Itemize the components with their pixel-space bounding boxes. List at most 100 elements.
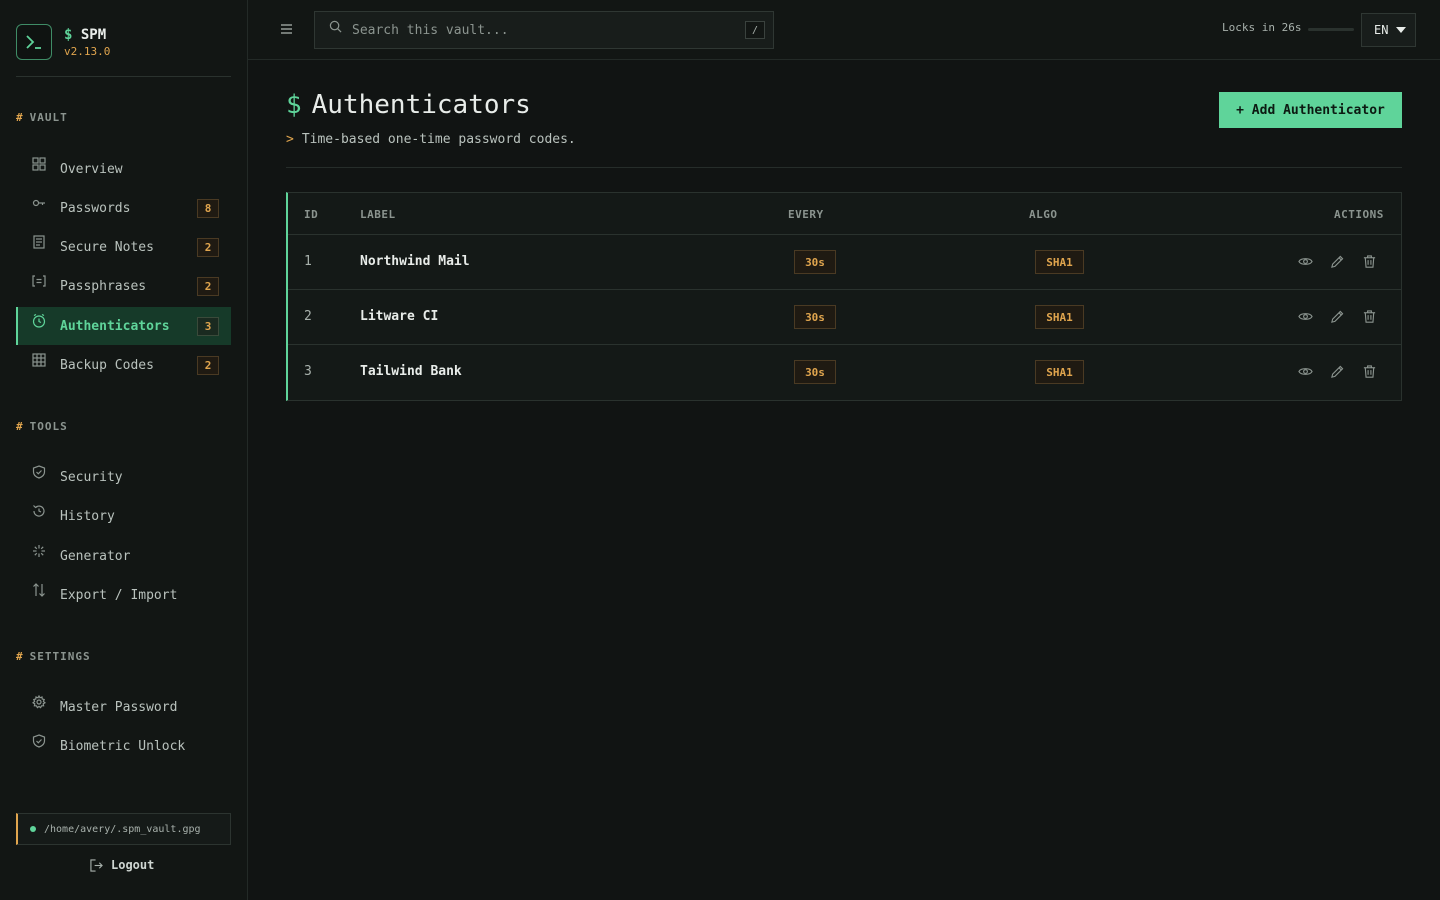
clock-icon [32,314,46,328]
section-title-tools: # TOOLS [16,420,68,433]
sidebar-item-export-import[interactable]: Export / Import [16,576,231,614]
column-header-actions: ACTIONS [1334,208,1384,221]
sidebar-item-label: Secure Notes [60,239,154,255]
sidebar-item-generator[interactable]: Generator [16,537,231,575]
sidebar-item-label: Generator [60,548,131,564]
key-icon [32,196,46,210]
vault-path-text: /home/avery/.spm_vault.gpg [44,823,201,835]
count-badge: 2 [197,277,219,296]
search-box: / [314,11,774,49]
pencil-icon[interactable] [1330,254,1345,269]
period-badge: 30s [794,250,836,274]
table-row: 1 Northwind Mail 30s SHA1 [288,235,1401,290]
eye-icon[interactable] [1298,364,1313,379]
sidebar-item-security[interactable]: Security [16,458,231,496]
eye-icon[interactable] [1298,309,1313,324]
pencil-icon[interactable] [1330,364,1345,379]
search-icon [329,20,342,33]
table-row: 2 Litware CI 30s SHA1 [288,290,1401,345]
language-select[interactable]: EN [1361,13,1416,47]
sidebar-item-label: Export / Import [60,587,178,603]
lock-timer-bar [1308,28,1354,31]
section-title-vault: # VAULT [16,111,68,124]
shield-icon [32,465,46,479]
column-header-id: ID [304,208,319,221]
sidebar-item-passphrases[interactable]: Passphrases 2 [16,267,231,305]
language-value: EN [1374,23,1389,37]
count-badge: 2 [197,356,219,375]
vault-path: /home/avery/.spm_vault.gpg [16,813,231,845]
add-authenticator-button[interactable]: + Add Authenticator [1219,92,1402,128]
divider [286,167,1402,168]
row-id: 3 [304,364,312,379]
sidebar-item-label: Authenticators [60,318,170,334]
brand-title: $ SPM [64,26,107,43]
sidebar-item-biometric-unlock[interactable]: Biometric Unlock [16,727,231,765]
sidebar-item-label: History [60,508,115,524]
arrows-updown-icon [32,583,46,597]
note-icon [32,235,46,249]
column-header-every: EVERY [788,208,824,221]
logout-icon [90,858,103,872]
row-label: Litware CI [360,309,439,324]
brand: $ SPM v2.13.0 [16,24,110,60]
sidebar-item-label: Passphrases [60,278,147,294]
sidebar-item-label: Backup Codes [60,357,154,373]
sidebar-item-history[interactable]: History [16,497,231,535]
terminal-logo-icon [16,24,52,60]
search-shortcut: / [745,21,765,39]
brand-version: v2.13.0 [64,44,111,58]
row-label: Northwind Mail [360,254,470,269]
trash-icon[interactable] [1362,254,1377,269]
search-input[interactable] [352,22,732,38]
sidebar-item-label: Security [60,469,123,485]
table-header: ID LABEL EVERY ALGO ACTIONS [288,193,1401,235]
divider [16,76,231,77]
brackets-icon [32,274,46,288]
sidebar-item-passwords[interactable]: Passwords 8 [16,189,231,227]
sparkle-icon [32,544,46,558]
menu-icon[interactable] [280,22,293,40]
trash-icon[interactable] [1362,309,1377,324]
table-icon [32,353,46,367]
history-icon [32,504,46,518]
sidebar-item-master-password[interactable]: Master Password [16,688,231,726]
column-header-label: LABEL [360,208,396,221]
grid-icon [32,157,46,171]
status-dot [30,826,36,832]
count-badge: 3 [197,317,219,336]
eye-icon[interactable] [1298,254,1313,269]
sidebar-item-authenticators[interactable]: Authenticators 3 [16,307,231,345]
shield-icon [32,734,46,748]
topbar: / Locks in 26s EN [248,0,1440,60]
sidebar-item-overview[interactable]: Overview [16,150,231,188]
gear-icon [32,695,46,709]
column-header-algo: ALGO [1029,208,1058,221]
logout-button[interactable]: Logout [90,858,154,872]
pencil-icon[interactable] [1330,309,1345,324]
page-subtitle: > Time-based one-time password codes. [286,132,576,147]
sidebar-item-label: Biometric Unlock [60,738,186,754]
sidebar-item-label: Master Password [60,699,178,715]
algo-badge: SHA1 [1035,250,1084,274]
period-badge: 30s [794,305,836,329]
row-id: 2 [304,309,312,324]
authenticators-table: ID LABEL EVERY ALGO ACTIONS 1 Northwind … [286,192,1402,401]
row-label: Tailwind Bank [360,364,462,379]
lock-timer-text: Locks in 26s [1222,21,1302,34]
sidebar-item-label: Overview [60,161,123,177]
period-badge: 30s [794,360,836,384]
trash-icon[interactable] [1362,364,1377,379]
sidebar: $ SPM v2.13.0 # VAULT Overview Passwords … [0,0,248,900]
section-title-settings: # SETTINGS [16,650,91,663]
count-badge: 8 [197,199,219,218]
sidebar-item-backup-codes[interactable]: Backup Codes 2 [16,346,231,384]
algo-badge: SHA1 [1035,360,1084,384]
page-title: $ Authenticators [286,90,531,120]
sidebar-item-label: Passwords [60,200,131,216]
chevron-down-icon [1396,27,1407,33]
sidebar-item-secure-notes[interactable]: Secure Notes 2 [16,228,231,266]
algo-badge: SHA1 [1035,305,1084,329]
row-id: 1 [304,254,312,269]
logout-label: Logout [111,858,155,872]
